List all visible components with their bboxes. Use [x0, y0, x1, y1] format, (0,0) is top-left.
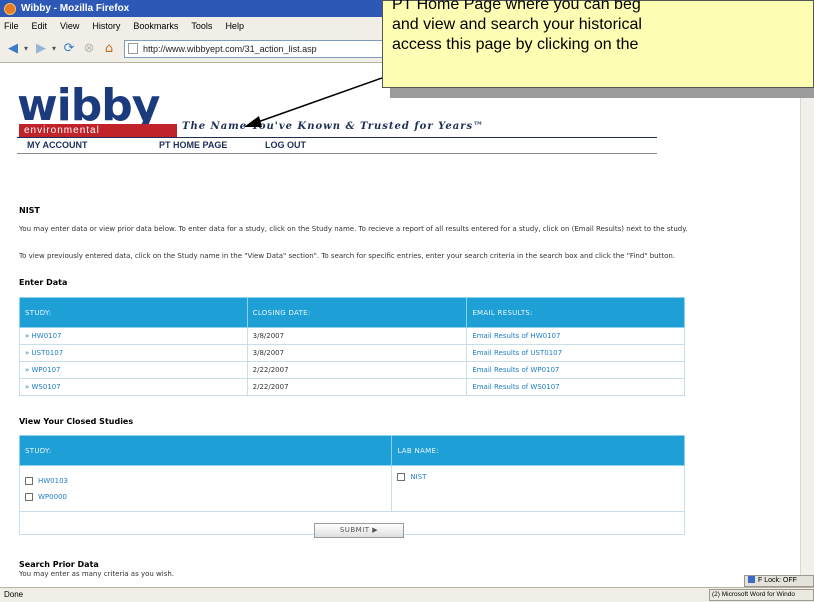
submit-button[interactable]: SUBMIT ▶ [314, 523, 404, 538]
col-closing-date: CLOSING DATE: [246, 297, 468, 328]
table-row: » WP0107 2/22/2007 Email Results of WP01… [19, 361, 685, 379]
forward-dropdown-icon[interactable]: ▾ [52, 44, 56, 53]
logo-subtitle: environmental [19, 124, 177, 137]
enter-data-heading: Enter Data [19, 278, 68, 287]
window-title: Wibby - Mozilla Firefox [21, 3, 130, 14]
menu-view[interactable]: View [60, 21, 79, 31]
closed-study-link[interactable]: WP0000 [38, 493, 67, 501]
closed-studies-table: STUDY: LAB NAME: HW0103 WP0000 NIST [18, 435, 685, 535]
study-link[interactable]: » HW0107 [25, 332, 62, 340]
closed-study-link[interactable]: HW0103 [38, 477, 68, 485]
lab-checkbox[interactable] [397, 473, 406, 481]
firefox-icon [4, 2, 16, 15]
menu-help[interactable]: Help [225, 21, 244, 31]
back-dropdown-icon[interactable]: ▾ [24, 44, 28, 53]
col-email-results: EMAIL RESULTS: [466, 297, 685, 328]
nav-my-account[interactable]: MY ACCOUNT [27, 140, 88, 150]
email-results-link[interactable]: Email Results of WP0107 [472, 366, 559, 374]
study-link[interactable]: » WP0107 [25, 366, 60, 374]
menu-tools[interactable]: Tools [191, 21, 212, 31]
closed-studies-heading: View Your Closed Studies [19, 417, 134, 426]
keyboard-icon [748, 576, 755, 583]
lab-name-link[interactable]: NIST [410, 473, 426, 481]
page-viewport: wibby environmental The Name You've Know… [0, 64, 800, 587]
email-results-link[interactable]: Email Results of WS0107 [472, 383, 559, 391]
closed-study-item[interactable]: WP0000 [25, 489, 391, 505]
site-tagline: The Name You've Known & Trusted for Year… [182, 121, 485, 132]
status-text: Done [4, 590, 24, 599]
search-hint: You may enter as many criteria as you wi… [19, 570, 175, 578]
closing-date: 2/22/2007 [246, 378, 468, 396]
intro-text: You may enter data or view prior data be… [19, 225, 688, 233]
col-lab-name: LAB NAME: [391, 435, 685, 466]
nav-pt-home-page[interactable]: PT HOME PAGE [159, 140, 227, 150]
table-row: » WS0107 2/22/2007 Email Results of WS01… [19, 378, 685, 396]
stop-icon[interactable]: ⊗ [80, 40, 98, 58]
nav-divider [17, 153, 657, 154]
table-row: » UST0107 3/8/2007 Email Results of UST0… [19, 344, 685, 362]
back-arrow-icon[interactable]: ◀ [4, 40, 22, 58]
study-link[interactable]: » WS0107 [25, 383, 61, 391]
menu-file[interactable]: File [4, 21, 19, 31]
home-icon[interactable]: ⌂ [100, 40, 118, 58]
taskbar-word-button[interactable]: (2) Microsoft Word for Windo [709, 589, 814, 601]
callout-line-1: PT Home Page where you can beg [392, 0, 641, 13]
study-checkbox[interactable] [25, 493, 33, 501]
menu-edit[interactable]: Edit [32, 21, 48, 31]
page-icon [128, 43, 139, 54]
closing-date: 3/8/2007 [246, 344, 468, 362]
table-row: » HW0107 3/8/2007 Email Results of HW010… [19, 327, 685, 345]
reload-icon[interactable]: ⟳ [60, 40, 78, 58]
menu-bookmarks[interactable]: Bookmarks [133, 21, 178, 31]
closing-date: 3/8/2007 [246, 327, 468, 345]
table-row: HW0103 WP0000 NIST [18, 465, 685, 512]
forward-arrow-icon[interactable]: ▶ [32, 40, 50, 58]
callout-line-2: and view and search your historical [392, 16, 642, 33]
closed-study-item[interactable]: HW0103 [25, 473, 391, 489]
status-bar: Done [0, 587, 814, 602]
site-nav: MY ACCOUNT PT HOME PAGE LOG OUT [17, 138, 657, 153]
study-checkbox[interactable] [25, 477, 33, 485]
annotation-callout: PT Home Page where you can beg and view … [382, 0, 814, 88]
col-study: STUDY: [19, 297, 248, 328]
instructions-text: To view previously entered data, click o… [19, 252, 676, 260]
page-title: NIST [19, 206, 40, 215]
page-scrollbar[interactable] [800, 64, 814, 587]
callout-line-3: access this page by clicking on the [392, 36, 639, 53]
address-bar[interactable]: http://www.wibbyept.com/31_action_list.a… [124, 39, 385, 58]
f-lock-indicator: F Lock: OFF [744, 575, 814, 587]
wibby-logo[interactable]: wibby environmental [17, 80, 177, 137]
col-study: STUDY: [18, 435, 393, 466]
address-url: http://www.wibbyept.com/31_action_list.a… [143, 43, 317, 54]
search-prior-data-heading: Search Prior Data [19, 560, 99, 569]
enter-data-table: STUDY: CLOSING DATE: EMAIL RESULTS: » HW… [19, 297, 685, 396]
email-results-link[interactable]: Email Results of HW0107 [472, 332, 560, 340]
closing-date: 2/22/2007 [246, 361, 468, 379]
menu-history[interactable]: History [92, 21, 120, 31]
study-link[interactable]: » UST0107 [25, 349, 63, 357]
nav-log-out[interactable]: LOG OUT [265, 140, 306, 150]
email-results-link[interactable]: Email Results of UST0107 [472, 349, 562, 357]
